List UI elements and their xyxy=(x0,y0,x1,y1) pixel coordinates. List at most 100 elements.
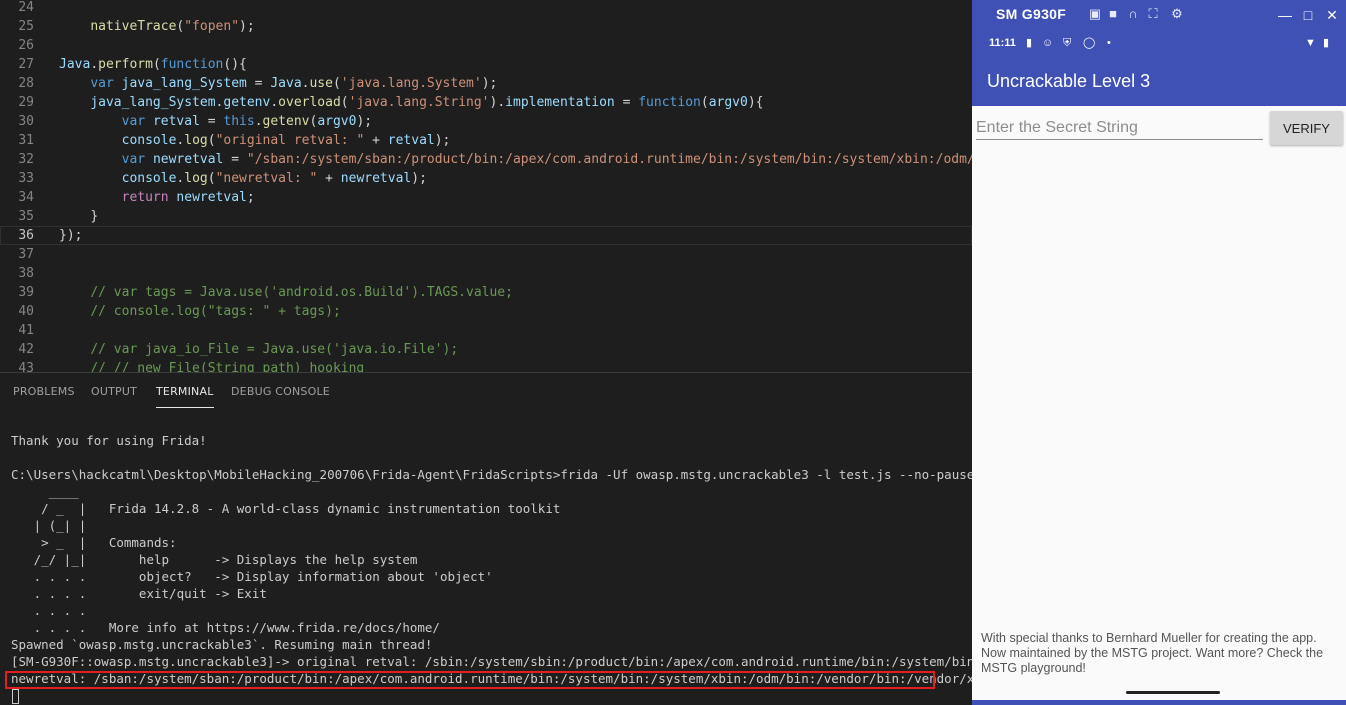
close-button[interactable]: ✕ xyxy=(1321,5,1343,25)
line-number: 40 xyxy=(18,304,34,319)
terminal-line: . . . . exit/quit -> Exit xyxy=(11,586,267,601)
line-number: 43 xyxy=(18,361,34,372)
video-icon[interactable]: ■ xyxy=(1106,7,1120,21)
code-text: return newretval; xyxy=(121,190,255,205)
status-bar: 11:11 ▮ ☺ ⛨ ◯ • ▼ ▮ xyxy=(972,30,1346,56)
credits-text: With special thanks to Bernhard Mueller … xyxy=(981,631,1324,675)
line-number: 42 xyxy=(18,342,34,357)
tab-output[interactable]: OUTPUT xyxy=(91,385,137,398)
terminal-cursor xyxy=(12,689,19,704)
line-number: 25 xyxy=(18,19,34,34)
emulator-bottom-border xyxy=(972,700,1346,705)
code-line[interactable]: 39 // var tags = Java.use('android.os.Bu… xyxy=(0,283,972,302)
terminal-output[interactable]: Thank you for using Frida! C:\Users\hackc… xyxy=(0,415,972,687)
maximize-button[interactable]: □ xyxy=(1297,5,1319,25)
home-indicator[interactable] xyxy=(1126,691,1220,694)
code-line[interactable]: 42 // var java_io_File = Java.use('java.… xyxy=(0,340,972,359)
emulator-title: SM G930F xyxy=(996,6,1067,22)
verify-button[interactable]: VERIFY xyxy=(1270,111,1343,145)
code-text: } xyxy=(90,209,99,224)
code-line[interactable]: 35 } xyxy=(0,207,972,226)
code-text: nativeTrace("fopen"); xyxy=(90,19,255,34)
line-number: 36 xyxy=(18,228,34,243)
code-line[interactable]: 27 Java.perform(function(){ xyxy=(0,55,972,74)
code-line[interactable]: 33 console.log("newretval: " + newretval… xyxy=(0,169,972,188)
code-text: java_lang_System.getenv.overload('java.l… xyxy=(90,95,764,110)
panel-tab-bar: PROBLEMS OUTPUT TERMINAL DEBUG CONSOLE xyxy=(0,373,972,409)
terminal-line: . . . . More info at https://www.frida.r… xyxy=(11,620,440,635)
line-number: 33 xyxy=(18,171,34,186)
fullscreen-icon[interactable]: ⛶ xyxy=(1146,7,1160,21)
code-line[interactable]: 29 java_lang_System.getenv.overload('jav… xyxy=(0,93,972,112)
headset-icon[interactable]: ∩ xyxy=(1126,7,1140,21)
secret-string-input[interactable] xyxy=(976,116,1263,140)
code-text: Java.perform(function(){ xyxy=(59,57,247,72)
code-text: // // new File(String path) hooking xyxy=(90,361,365,372)
tab-problems[interactable]: PROBLEMS xyxy=(13,385,75,398)
code-line[interactable]: 34 return newretval; xyxy=(0,188,972,207)
terminal-line: C:\Users\hackcatml\Desktop\MobileHacking… xyxy=(11,467,972,482)
line-number: 35 xyxy=(18,209,34,224)
line-number: 30 xyxy=(18,114,34,129)
camera-icon[interactable]: ▣ xyxy=(1088,7,1102,21)
line-number: 28 xyxy=(18,76,34,91)
code-text: console.log("original retval: " + retval… xyxy=(121,133,451,148)
notification-icon: ☺ xyxy=(1042,37,1054,49)
tab-debug-console[interactable]: DEBUG CONSOLE xyxy=(231,385,330,398)
terminal-line: . . . . xyxy=(11,603,87,618)
bottom-panel: PROBLEMS OUTPUT TERMINAL DEBUG CONSOLE T… xyxy=(0,372,972,705)
code-text: // console.log("tags: " + tags); xyxy=(90,304,341,319)
code-line[interactable]: 24 xyxy=(0,0,972,17)
code-editor[interactable]: 24 25 nativeTrace("fopen"); 26 27 Java.perfo… xyxy=(0,0,972,372)
code-line[interactable]: 32 var newretval = "/sban:/system/sban:/… xyxy=(0,150,972,169)
code-line[interactable]: 38 xyxy=(0,264,972,283)
android-emulator: SM G930F ▣ ■ ∩ ⛶ ⚙ — □ ✕ 11:11 ▮ ☺ ⛨ ◯ •… xyxy=(972,0,1346,705)
line-number: 26 xyxy=(18,38,34,53)
code-line[interactable]: 36}); xyxy=(0,226,972,245)
wifi-icon: ▼ xyxy=(1305,37,1316,49)
terminal-line: /_/ |_| help -> Displays the help system xyxy=(11,552,418,567)
line-number: 31 xyxy=(18,133,34,148)
code-line[interactable]: 43 // // new File(String path) hooking xyxy=(0,359,972,372)
line-number: 27 xyxy=(18,57,34,72)
code-text: // var tags = Java.use('android.os.Build… xyxy=(90,285,513,300)
code-line[interactable]: 30 var retval = this.getenv(argv0); xyxy=(0,112,972,131)
line-number: 41 xyxy=(18,323,34,338)
code-line[interactable]: 41 xyxy=(0,321,972,340)
terminal-line: Thank you for using Frida! xyxy=(11,433,207,448)
battery-icon: ▮ xyxy=(1323,37,1330,49)
terminal-line: [SM-G930F::owasp.mstg.uncrackable3]-> or… xyxy=(11,654,972,669)
code-line[interactable]: 40 // console.log("tags: " + tags); xyxy=(0,302,972,321)
code-text: var retval = this.getenv(argv0); xyxy=(121,114,373,129)
code-text: var java_lang_System = Java.use('java.la… xyxy=(90,76,498,91)
shield-icon: ⛨ xyxy=(1063,37,1072,49)
code-line[interactable]: 37 xyxy=(0,245,972,264)
settings-icon[interactable]: ⚙ xyxy=(1170,7,1184,21)
code-text: }); xyxy=(59,228,83,243)
line-number: 29 xyxy=(18,95,34,110)
minimize-button[interactable]: — xyxy=(1274,5,1296,25)
status-clock: 11:11 xyxy=(989,37,1016,49)
terminal-line: | (_| | xyxy=(11,518,87,533)
dot-icon: • xyxy=(1107,37,1111,49)
app-title: Uncrackable Level 3 xyxy=(987,71,1151,91)
code-line[interactable]: 26 xyxy=(0,36,972,55)
code-text: var newretval = "/sban:/system/sban:/pro… xyxy=(121,152,972,167)
terminal-line: Spawned `owasp.mstg.uncrackable3`. Resum… xyxy=(11,637,433,652)
terminal-line: ____ xyxy=(11,484,79,499)
code-line[interactable]: 31 console.log("original retval: " + ret… xyxy=(0,131,972,150)
terminal-line: / _ | Frida 14.2.8 - A world-class dynam… xyxy=(11,501,561,516)
battery-status-icon: ▮ xyxy=(1026,37,1033,49)
code-text: console.log("newretval: " + newretval); xyxy=(121,171,427,186)
line-number: 38 xyxy=(18,266,34,281)
line-number: 34 xyxy=(18,190,34,205)
code-line[interactable]: 28 var java_lang_System = Java.use('java… xyxy=(0,74,972,93)
emulator-title-bar: SM G930F ▣ ■ ∩ ⛶ ⚙ — □ ✕ xyxy=(972,0,1346,30)
line-number: 37 xyxy=(18,247,34,262)
terminal-line: . . . . object? -> Display information a… xyxy=(11,569,493,584)
code-line[interactable]: 25 nativeTrace("fopen"); xyxy=(0,17,972,36)
tab-terminal[interactable]: TERMINAL xyxy=(156,385,214,408)
line-number: 24 xyxy=(18,0,34,15)
highlight-box xyxy=(5,671,935,689)
